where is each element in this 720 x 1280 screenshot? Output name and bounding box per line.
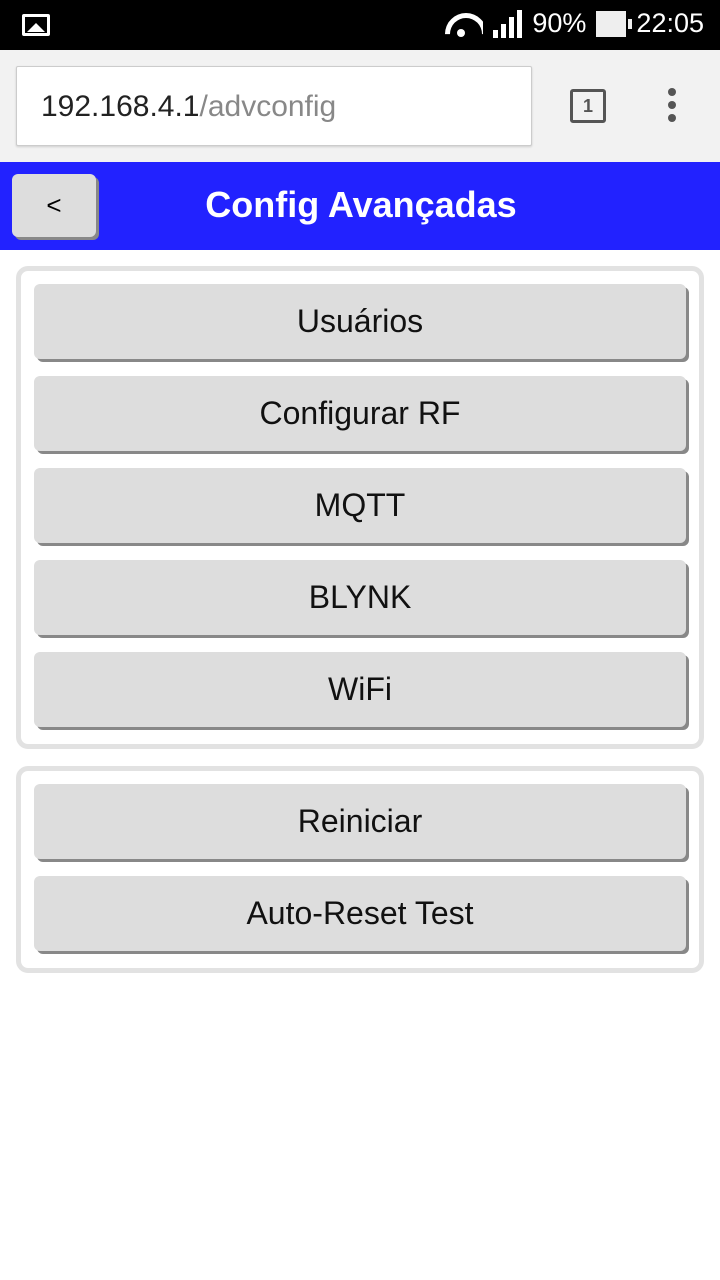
restart-button[interactable]: Reiniciar xyxy=(34,784,686,859)
browser-toolbar: 192.168.4.1/advconfig 1 xyxy=(0,50,720,162)
page-title: Config Avançadas xyxy=(205,184,517,225)
url-host: 192.168.4.1 xyxy=(41,90,200,123)
url-path: /advconfig xyxy=(199,90,337,123)
clock: 22:05 xyxy=(636,8,704,38)
users-button[interactable]: Usuários xyxy=(34,284,686,359)
wifi-icon xyxy=(443,9,483,39)
configure-rf-button[interactable]: Configurar RF xyxy=(34,376,686,451)
address-bar[interactable]: 192.168.4.1/advconfig xyxy=(16,66,532,146)
blynk-button[interactable]: BLYNK xyxy=(34,560,686,635)
system-menu-group: Reiniciar Auto-Reset Test xyxy=(16,766,704,973)
mqtt-button[interactable]: MQTT xyxy=(34,468,686,543)
battery-icon xyxy=(596,10,633,37)
status-bar: 90% 22:05 xyxy=(0,0,720,50)
battery-percent: 90% xyxy=(532,8,587,38)
auto-reset-test-button[interactable]: Auto-Reset Test xyxy=(34,876,686,951)
signal-icon xyxy=(493,9,523,38)
page-header: Config Avançadas < xyxy=(0,162,720,250)
tab-switcher-button[interactable]: 1 xyxy=(570,89,606,123)
back-button[interactable]: < xyxy=(12,174,96,237)
gallery-icon xyxy=(22,14,50,36)
config-menu-group: Usuários Configurar RF MQTT BLYNK WiFi xyxy=(16,266,704,749)
overflow-menu-icon[interactable] xyxy=(668,88,678,127)
wifi-button[interactable]: WiFi xyxy=(34,652,686,727)
